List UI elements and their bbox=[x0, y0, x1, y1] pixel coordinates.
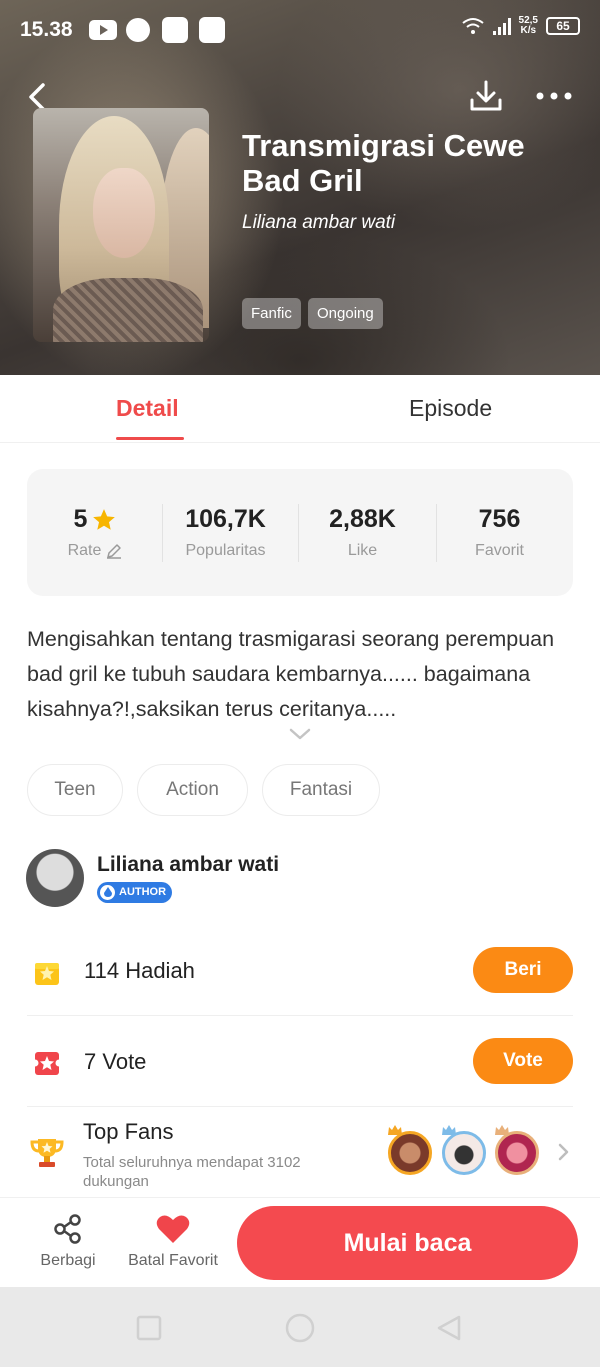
bottom-action-bar: Berbagi Batal Favorit Mulai baca bbox=[0, 1197, 600, 1287]
status-right: 52,5 K/s 65 bbox=[461, 16, 580, 36]
stat-favorite: 756 Favorit bbox=[431, 505, 568, 560]
vote-row: 7 Vote Vote bbox=[27, 1035, 573, 1107]
recents-icon[interactable] bbox=[136, 1315, 162, 1341]
status-bar: 15.38 52,5 K/s 65 bbox=[0, 0, 600, 62]
author-badge-label: AUTHOR bbox=[119, 886, 167, 898]
stat-like: 2,88K Like bbox=[294, 505, 431, 560]
give-gift-button[interactable]: Beri bbox=[473, 947, 573, 993]
stats-card: 5 Rate 106,7K Popularitas 2,88K Like 756… bbox=[27, 469, 573, 596]
messenger-icon bbox=[126, 18, 150, 42]
app-notification-icon-2 bbox=[199, 17, 225, 43]
like-value: 2,88K bbox=[329, 505, 396, 533]
start-reading-button[interactable]: Mulai baca bbox=[237, 1206, 578, 1280]
genre-chip-teen[interactable]: Teen bbox=[27, 764, 123, 816]
share-button[interactable]: Berbagi bbox=[32, 1212, 104, 1270]
vote-count-text: 7 Vote bbox=[84, 1049, 146, 1075]
chevron-down-icon[interactable] bbox=[288, 726, 312, 742]
download-icon[interactable] bbox=[468, 78, 504, 114]
like-label: Like bbox=[347, 542, 378, 559]
network-speed: 52,5 K/s bbox=[519, 16, 538, 36]
book-author[interactable]: Liliana ambar wati bbox=[242, 212, 395, 234]
tab-active-indicator bbox=[116, 437, 184, 440]
youtube-icon bbox=[89, 20, 117, 40]
gift-count-text: 114 Hadiah bbox=[84, 958, 195, 984]
speed-unit: K/s bbox=[520, 25, 537, 36]
fan-avatar-3[interactable] bbox=[495, 1131, 539, 1175]
share-icon bbox=[54, 1214, 81, 1244]
system-nav-bar bbox=[0, 1287, 600, 1367]
trophy-icon bbox=[30, 1139, 64, 1167]
back-nav-icon[interactable] bbox=[436, 1315, 462, 1341]
favorite-label: Favorit bbox=[475, 542, 524, 559]
tag-fanfic: Fanfic bbox=[242, 298, 301, 329]
genre-chip-fantasi[interactable]: Fantasi bbox=[262, 764, 380, 816]
hero-header: 15.38 52,5 K/s 65 Transmigrasi Cewe Bad … bbox=[0, 0, 600, 375]
fan-avatar-2[interactable] bbox=[442, 1131, 486, 1175]
gift-label: Hadiah bbox=[125, 958, 195, 983]
gift-row: 114 Hadiah Beri bbox=[27, 944, 573, 1016]
popularity-value: 106,7K bbox=[185, 505, 266, 533]
share-label: Berbagi bbox=[40, 1252, 96, 1269]
fan-avatar-1[interactable] bbox=[388, 1131, 432, 1175]
tab-episode[interactable]: Episode bbox=[409, 395, 492, 422]
book-cover bbox=[33, 108, 209, 342]
cover-face bbox=[93, 168, 155, 258]
chevron-right-icon[interactable] bbox=[557, 1143, 569, 1161]
app-notification-icon bbox=[162, 17, 188, 43]
stat-rate[interactable]: 5 Rate bbox=[27, 505, 164, 560]
battery-indicator: 65 bbox=[546, 17, 580, 35]
stat-popularity: 106,7K Popularitas bbox=[157, 505, 294, 560]
top-fans-row[interactable]: Top Fans Total seluruhnya mendapat 3102 … bbox=[27, 1113, 573, 1197]
favorite-value: 756 bbox=[478, 505, 521, 533]
vote-icon bbox=[32, 1052, 62, 1075]
cover-body bbox=[53, 278, 203, 342]
author-name[interactable]: Liliana ambar wati bbox=[97, 853, 279, 877]
wifi-icon bbox=[461, 18, 484, 34]
popularity-label: Popularitas bbox=[185, 542, 266, 559]
tab-detail[interactable]: Detail bbox=[116, 395, 179, 422]
author-avatar[interactable] bbox=[26, 849, 84, 907]
vote-label: Vote bbox=[102, 1049, 147, 1074]
tab-bar: Detail Episode bbox=[0, 375, 600, 443]
top-fans-subtitle: Total seluruhnya mendapat 3102 dukungan bbox=[83, 1154, 301, 1190]
book-title: Transmigrasi Cewe Bad Gril bbox=[242, 128, 525, 198]
rate-label: Rate bbox=[67, 542, 102, 559]
tag-ongoing: Ongoing bbox=[308, 298, 383, 329]
signal-icon bbox=[492, 17, 511, 35]
author-badge-icon bbox=[100, 885, 115, 900]
gift-icon bbox=[35, 963, 59, 985]
gift-count: 114 bbox=[84, 958, 120, 983]
vote-button[interactable]: Vote bbox=[473, 1038, 573, 1084]
edit-icon[interactable] bbox=[105, 542, 123, 560]
genre-chip-action[interactable]: Action bbox=[137, 764, 248, 816]
more-icon[interactable] bbox=[534, 86, 574, 106]
rate-value: 5 bbox=[73, 505, 88, 533]
author-badge: AUTHOR bbox=[97, 882, 173, 903]
home-icon[interactable] bbox=[285, 1313, 315, 1343]
heart-icon bbox=[156, 1215, 190, 1243]
top-fans-title: Top Fans bbox=[83, 1119, 174, 1144]
status-time: 15.38 bbox=[20, 18, 73, 41]
star-icon bbox=[93, 508, 116, 530]
vote-count: 7 bbox=[84, 1049, 97, 1074]
book-description: Mengisahkan tentang trasmigarasi seorang… bbox=[27, 627, 555, 721]
unfavorite-button[interactable]: Batal Favorit bbox=[122, 1212, 224, 1270]
unfavorite-label: Batal Favorit bbox=[128, 1252, 218, 1269]
